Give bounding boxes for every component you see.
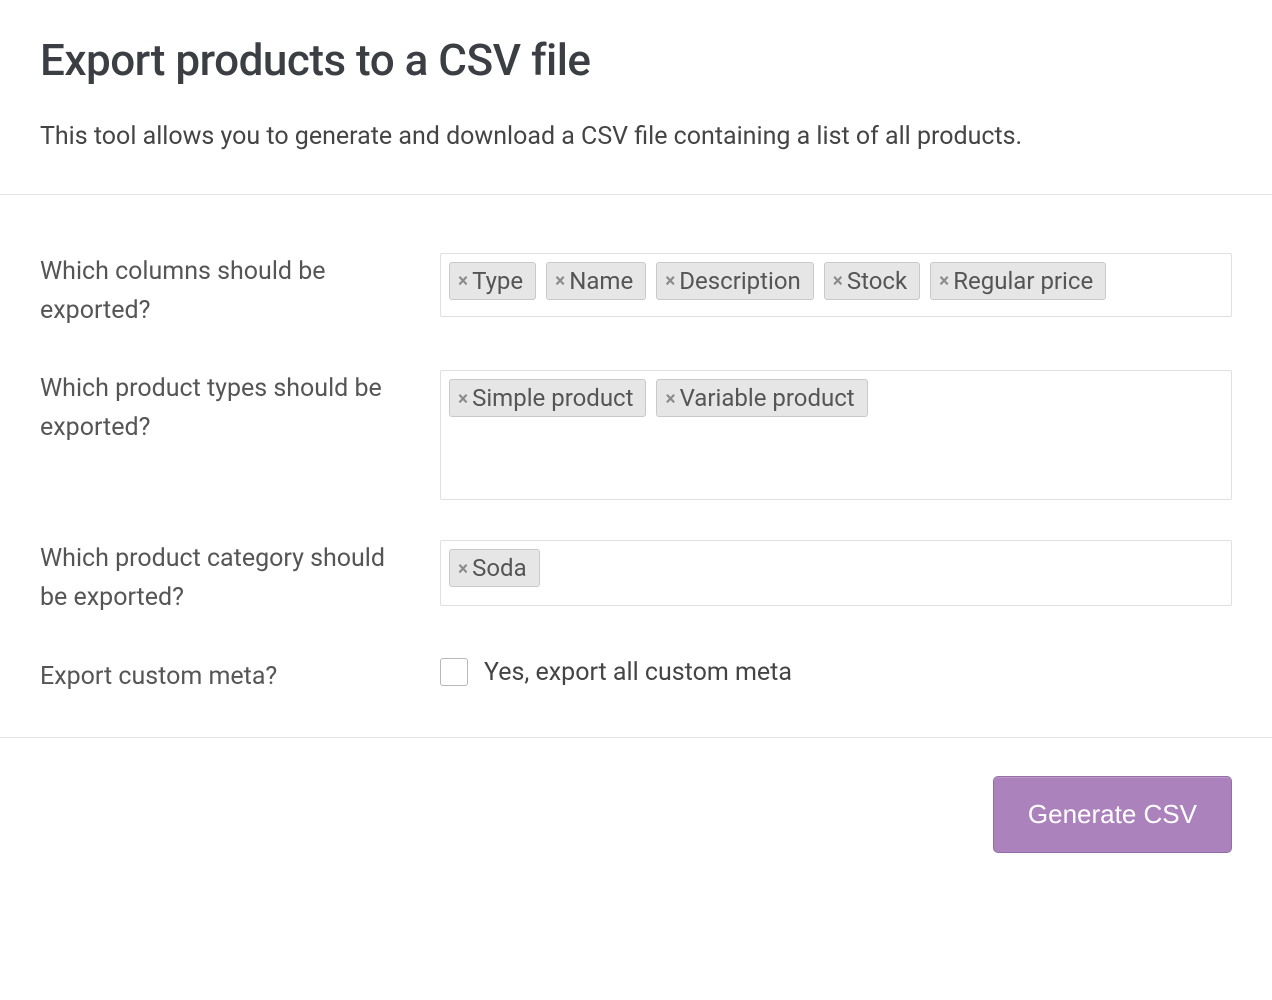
row-meta: Export custom meta? Yes, export all cust… [40,618,1232,697]
tag-label: Soda [472,556,527,580]
remove-icon[interactable]: × [833,271,843,290]
export-form: Which columns should be exported? × Type… [0,195,1272,697]
row-columns: Which columns should be exported? × Type… [40,213,1232,331]
tag-label: Description [679,269,801,293]
tag-label: Stock [847,269,907,293]
remove-icon[interactable]: × [939,271,949,290]
category-select[interactable]: × Soda [440,540,1232,606]
meta-checkbox[interactable] [440,658,468,686]
remove-icon[interactable]: × [458,389,468,408]
tag-label: Type [472,269,523,293]
columns-select[interactable]: × Type × Name × Description × Stock [440,253,1232,317]
tag-variable-product[interactable]: × Variable product [656,379,867,417]
tag-name[interactable]: × Name [546,262,646,300]
generate-csv-button[interactable]: Generate CSV [993,776,1232,853]
types-select[interactable]: × Simple product × Variable product [440,370,1232,500]
tag-label: Simple product [472,386,633,410]
tag-label: Variable product [680,386,855,410]
remove-icon[interactable]: × [665,271,675,290]
tag-regular-price[interactable]: × Regular price [930,262,1106,300]
row-category: Which product category should be exporte… [40,500,1232,618]
remove-icon[interactable]: × [458,559,468,578]
tag-label: Regular price [953,269,1093,293]
remove-icon[interactable]: × [458,271,468,290]
page-title: Export products to a CSV file [40,34,1232,86]
tag-stock[interactable]: × Stock [824,262,920,300]
columns-label: Which columns should be exported? [40,253,416,331]
types-label: Which product types should be exported? [40,370,416,448]
remove-icon[interactable]: × [555,271,565,290]
remove-icon[interactable]: × [665,389,675,408]
tag-label: Name [569,269,633,293]
meta-checkbox-label: Yes, export all custom meta [484,658,792,687]
row-types: Which product types should be exported? … [40,330,1232,500]
tag-simple-product[interactable]: × Simple product [449,379,646,417]
tag-type[interactable]: × Type [449,262,536,300]
meta-label: Export custom meta? [40,658,416,697]
tag-description[interactable]: × Description [656,262,814,300]
tag-soda[interactable]: × Soda [449,549,540,587]
page-description: This tool allows you to generate and dow… [40,120,1232,154]
category-label: Which product category should be exporte… [40,540,416,618]
